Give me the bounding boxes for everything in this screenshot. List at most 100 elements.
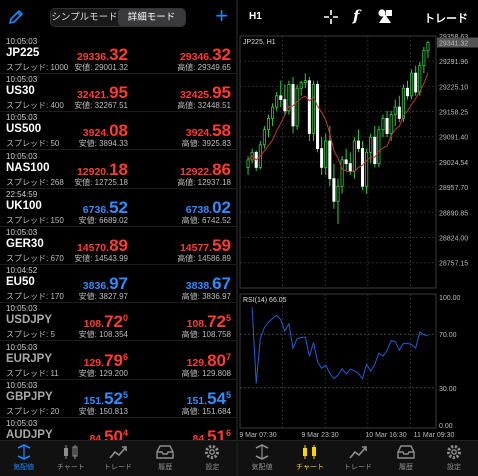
price-chart[interactable]: 29358.6329341.3229291.9629225.1029158.25… xyxy=(238,32,478,440)
time-axis-label: 10 Mar 16:30 xyxy=(365,432,406,439)
quote-high: 高値: 151.684 xyxy=(181,406,231,416)
quote-row[interactable]: 10:05:03 USDJPY スプレッド: 5 108.720 108.725 安値: … xyxy=(0,303,236,342)
quote-time: 10:05:03 xyxy=(6,151,38,161)
price-tick-label: 28890.85 xyxy=(439,210,468,217)
tab-trade-label: トレード xyxy=(344,464,372,471)
quote-row[interactable]: 10:05:03 JP225 スプレッド: 1000 29336.32 29346.32… xyxy=(0,36,236,74)
candle-body xyxy=(336,185,340,202)
candle-body xyxy=(348,163,352,172)
pencil-icon[interactable] xyxy=(8,9,24,25)
chart-panel: H1 f トレード 29358.63 29341.32 29291.96 29225.… xyxy=(238,0,478,476)
rsi-tick-label: 0.00 xyxy=(439,423,453,430)
detail-mode-tab[interactable]: 詳細モード xyxy=(118,9,185,26)
tab-chart-label: チャート xyxy=(296,464,324,471)
tab-trade-label: トレード xyxy=(104,464,132,471)
tab-history-label: 履歴 xyxy=(399,464,413,471)
candle-body xyxy=(320,148,324,168)
quote-row[interactable]: 10:05:03 US500 スプレッド: 50 3924.08 3924.58 安値: … xyxy=(0,112,236,151)
tab-chart-label: チャート xyxy=(56,464,85,471)
quote-spread: スプレッド: 5 xyxy=(6,330,55,340)
quote-time: 10:05:03 xyxy=(6,419,38,428)
quote-symbol: US500 xyxy=(6,123,42,136)
quote-spread: スプレッド: 50 xyxy=(6,139,60,149)
trade-button[interactable]: トレード xyxy=(424,10,468,26)
candle-body xyxy=(393,106,397,116)
indicator-icon[interactable]: f xyxy=(353,7,359,25)
candle-body xyxy=(262,129,266,146)
view-mode-segmented-control[interactable]: シンプルモード 詳細モード xyxy=(50,8,186,27)
candle-body xyxy=(385,117,389,134)
rsi-plot-frame xyxy=(239,293,437,429)
tab-history-label: 履歴 xyxy=(158,464,173,471)
quote-row[interactable]: 10:05:03 GER30 スプレッド: 670 14570.89 14577.59 安… xyxy=(0,227,236,265)
candle-chart-icon xyxy=(303,445,316,459)
tab-trade-chart[interactable]: トレード xyxy=(334,441,382,476)
quote-time: 10:05:03 xyxy=(6,37,38,46)
quote-low: 安値: 150.813 xyxy=(78,406,128,416)
time-axis-label: 11 Mar 09:30 xyxy=(414,432,455,439)
quote-spread: スプレッド: 400 xyxy=(6,101,64,111)
candle-body xyxy=(283,99,287,112)
quote-high: 高値: 3836.97 xyxy=(181,292,231,302)
bid-price-sup: 6 xyxy=(122,351,128,362)
tab-quotes-chart[interactable]: 気配値 xyxy=(238,441,286,476)
quote-symbol: UK100 xyxy=(6,199,42,212)
quote-time: 22:54:59 xyxy=(6,189,38,199)
quote-time: 10:05:03 xyxy=(6,75,38,85)
quote-low: 安値: 3894.33 xyxy=(78,139,128,149)
quote-row[interactable]: 22:54:59 UK100 スプレッド: 150 6736.52 6738.02 安値:… xyxy=(0,189,236,227)
tab-history[interactable]: 履歴 xyxy=(142,441,189,476)
timeframe-button[interactable]: H1 xyxy=(249,11,262,22)
quote-row[interactable]: 10:05:03 GBPJPY スプレッド: 20 151.525 151.545 安値:… xyxy=(0,380,236,418)
quote-low: 安値: 29001.32 xyxy=(74,63,128,72)
quote-low: 安値: 6689.02 xyxy=(78,215,128,225)
quote-symbol: GBPJPY xyxy=(6,390,53,403)
quote-symbol: JP225 xyxy=(6,47,40,59)
ask-price-sup: 5 xyxy=(225,313,231,324)
tab-settings-chart[interactable]: 設定 xyxy=(430,441,478,476)
candle-body xyxy=(418,65,422,93)
quotes-icon xyxy=(255,444,269,460)
simple-mode-tab[interactable]: シンプルモード xyxy=(51,9,118,26)
candle-body xyxy=(356,140,360,149)
tab-settings-label: 設定 xyxy=(205,464,220,471)
price-tick-label: 29341.32 xyxy=(439,41,468,48)
quote-row[interactable]: 10:05:03 EURJPY スプレッド: 11 129.796 129.807 安値:… xyxy=(0,342,236,380)
candle-body xyxy=(279,95,283,100)
candle-body xyxy=(299,82,303,89)
quote-low: 安値: 3827.97 xyxy=(78,292,128,302)
candle-body xyxy=(266,117,271,131)
candle-body xyxy=(311,84,315,134)
quote-row[interactable]: 10:04:52 EU50 スプレッド: 170 3836.97 3838.67 安値: … xyxy=(0,265,236,304)
quote-low: 安値: 129.200 xyxy=(78,368,128,378)
tab-trade[interactable]: トレード xyxy=(94,441,141,476)
candle-body xyxy=(328,140,332,180)
add-symbol-button[interactable]: + xyxy=(215,4,228,28)
tab-history-chart[interactable]: 履歴 xyxy=(382,441,430,476)
candle-body xyxy=(271,106,275,119)
quote-time: 10:05:03 xyxy=(6,228,38,237)
crosshair-icon[interactable] xyxy=(323,9,339,25)
candle-body xyxy=(275,95,279,108)
tab-chart[interactable]: チャート xyxy=(47,441,94,476)
price-tick-label: 28824.00 xyxy=(439,235,468,242)
shapes-icon[interactable] xyxy=(376,8,394,24)
tab-chart-active[interactable]: チャート xyxy=(286,441,334,476)
candle-body xyxy=(389,114,393,134)
quote-spread: スプレッド: 20 xyxy=(6,406,60,416)
candle-body xyxy=(401,87,405,119)
inbox-icon xyxy=(156,445,174,459)
quote-time: 10:05:03 xyxy=(6,304,38,314)
price-tick-label: 29225.10 xyxy=(439,84,468,91)
price-tick-label: 28757.15 xyxy=(439,261,468,268)
quotes-panel: シンプルモード 詳細モード + 10:05:03 JP225 スプレッド: 1000… xyxy=(0,0,236,476)
quote-low: 安値: 12725.18 xyxy=(74,177,128,187)
tab-quotes[interactable]: 気配値 xyxy=(0,441,47,476)
candle-body xyxy=(316,84,320,149)
candle-body xyxy=(369,136,373,153)
candle-body xyxy=(295,87,299,127)
quote-row[interactable]: 10:05:03 NAS100 スプレッド: 268 12920.18 12922.86… xyxy=(0,151,236,189)
tab-settings[interactable]: 設定 xyxy=(189,441,236,476)
candle-body xyxy=(303,80,307,83)
quote-row[interactable]: 10:05:03 US30 スプレッド: 400 32421.95 32425.95 安値… xyxy=(0,74,236,113)
